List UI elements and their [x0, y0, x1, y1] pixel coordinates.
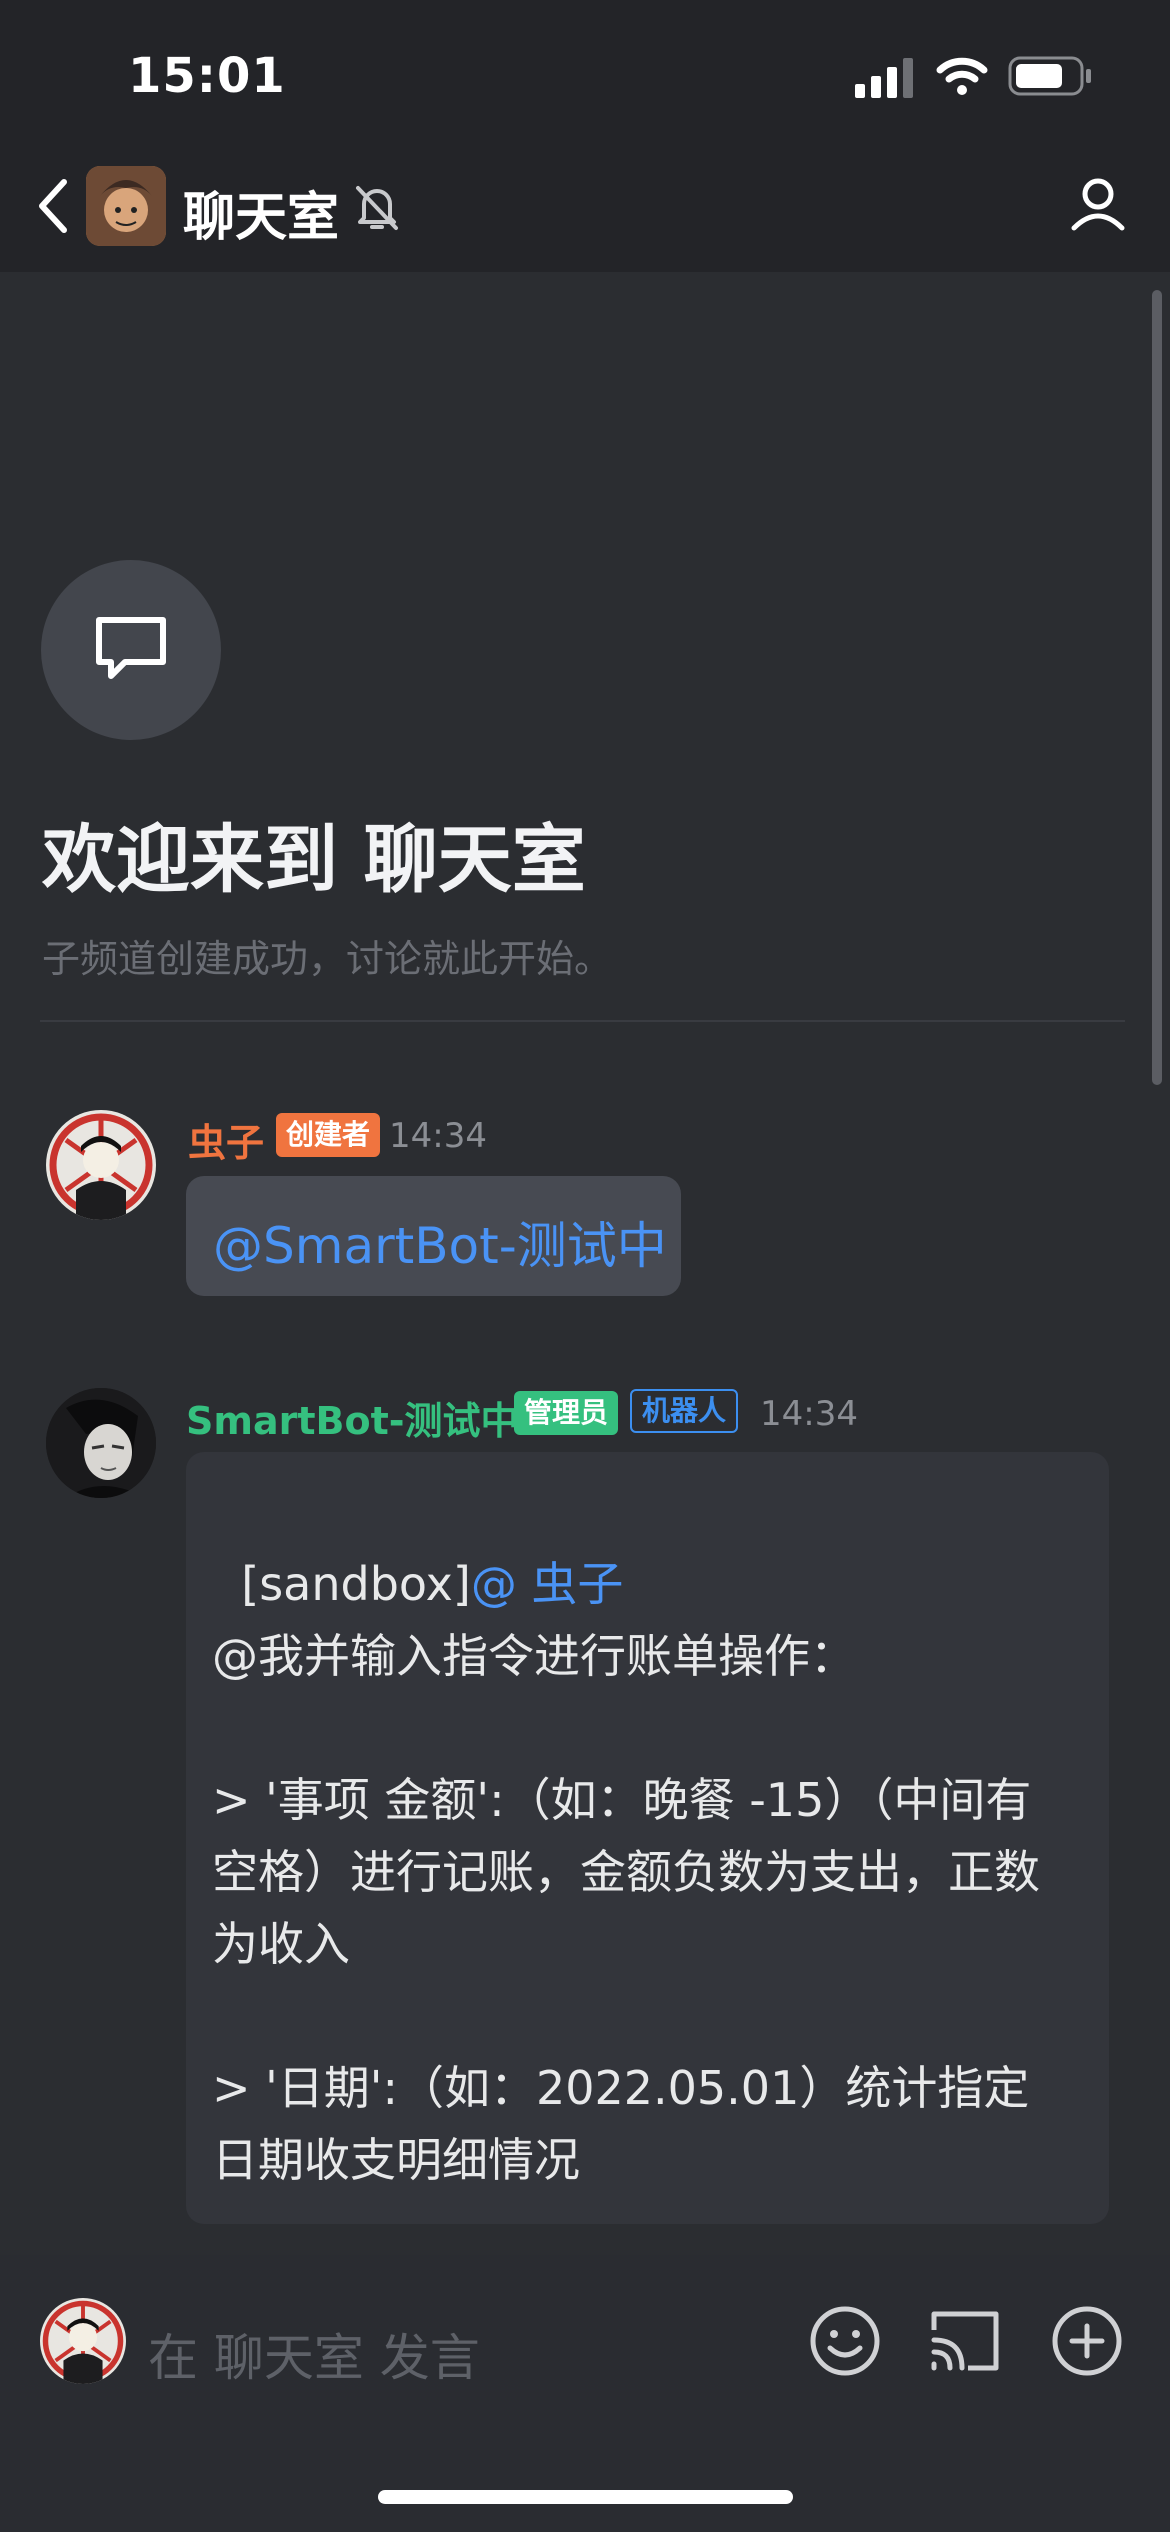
battery-icon — [1008, 56, 1091, 96]
chat-bubble-icon — [96, 617, 166, 679]
signal-icon — [855, 58, 913, 98]
channel-header — [0, 140, 1170, 270]
screen-cast-icon[interactable] — [928, 2308, 1002, 2374]
message-header-line: [sandbox]@ 虫子 — [212, 1476, 623, 1620]
muted-bell-icon[interactable] — [354, 182, 400, 232]
home-indicator[interactable] — [378, 2490, 793, 2504]
message-body: @我并输入指令进行账单操作： > '事项 金额':（如：晚餐 -15）（中间有空… — [212, 1629, 1040, 2187]
member-profile-icon[interactable] — [1068, 174, 1128, 234]
avatar-chongzi[interactable] — [46, 1110, 156, 1220]
creator-badge: 创建者 — [276, 1113, 381, 1157]
message-time: 14:34 — [389, 1116, 487, 1156]
wifi-icon — [936, 57, 988, 95]
back-arrow-icon[interactable] — [34, 176, 74, 236]
scrollbar-thumb[interactable] — [1152, 290, 1162, 1085]
welcome-subtitle: 子频道创建成功，讨论就此开始。 — [42, 937, 613, 981]
welcome-icon-badge — [41, 560, 221, 740]
sandbox-tag: [sandbox] — [241, 1557, 471, 1611]
channel-title: 聊天室 — [183, 188, 340, 248]
self-avatar[interactable] — [40, 2298, 126, 2384]
mention-link[interactable]: @ 虫子 — [471, 1557, 624, 1611]
message-time: 14:34 — [760, 1394, 858, 1434]
status-time: 15:01 — [128, 48, 286, 104]
author-name[interactable]: 虫子 — [188, 1112, 264, 1167]
divider — [40, 1020, 1125, 1022]
emoji-icon[interactable] — [808, 2304, 882, 2378]
avatar-smartbot[interactable] — [46, 1388, 156, 1498]
author-name[interactable]: SmartBot-测试中 — [186, 1390, 519, 1445]
add-icon[interactable] — [1050, 2304, 1124, 2378]
welcome-title: 欢迎来到 聊天室 — [42, 817, 586, 903]
admin-badge: 管理员 — [514, 1391, 619, 1435]
bot-badge: 机器人 — [630, 1389, 739, 1433]
channel-avatar[interactable] — [86, 166, 166, 246]
message-input[interactable]: 在 聊天室 发言 — [148, 2318, 480, 2390]
mention-link[interactable]: @SmartBot-测试中 — [213, 1206, 667, 1278]
